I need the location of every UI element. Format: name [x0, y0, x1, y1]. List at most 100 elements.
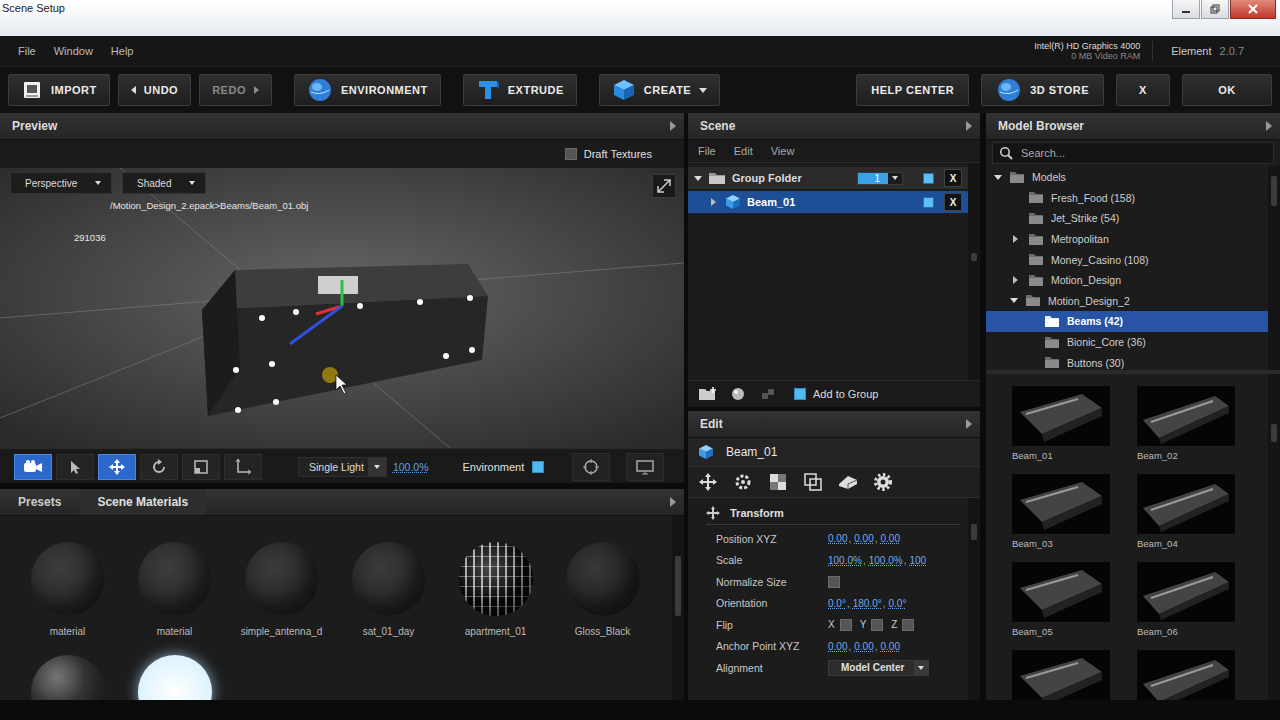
scrollbar[interactable] [672, 516, 684, 700]
shading-dropdown[interactable]: Shaded [122, 172, 206, 194]
restore-button[interactable] [1201, 0, 1229, 19]
model-thumbnail[interactable]: Beam_04 [1137, 474, 1235, 552]
number-field[interactable]: 0.0° [889, 598, 907, 609]
toolbar-button[interactable]: OK [1182, 74, 1272, 106]
remove-button[interactable]: X [944, 169, 962, 187]
tab[interactable]: Presets [0, 489, 79, 515]
viewport[interactable]: PerspectiveShaded/Motion_Design_2.epack>… [0, 168, 684, 448]
viewport-tool-button[interactable] [224, 454, 262, 480]
view-mode-dropdown[interactable]: Perspective [10, 172, 112, 194]
number-field[interactable]: 180.0° [853, 598, 882, 609]
instances-button[interactable] [756, 384, 780, 404]
number-field[interactable]: 0.0° [828, 598, 846, 609]
tree-row[interactable]: Models [986, 167, 1268, 188]
scrollbar[interactable] [1268, 166, 1280, 370]
toolbar-button[interactable]: ENVIRONMENT [294, 74, 441, 106]
number-field[interactable]: 0.00 [881, 533, 900, 544]
tree-row[interactable]: Beams (42) [986, 311, 1268, 332]
tree-row[interactable]: Fresh_Food (158) [986, 188, 1268, 209]
close-button[interactable] [1230, 0, 1276, 19]
scene-row[interactable]: Beam_01X [688, 191, 968, 213]
number-field[interactable]: 0.00 [881, 641, 900, 652]
toolbar-button[interactable]: IMPORT [8, 74, 110, 106]
collapse-arrow-icon[interactable] [670, 121, 676, 131]
number-field[interactable]: 100 [909, 555, 926, 566]
model-thumbnail[interactable]: Beam_06 [1137, 562, 1235, 640]
collapse-arrow-icon[interactable] [966, 121, 972, 131]
draft-textures-checkbox[interactable]: Draft Textures [565, 148, 652, 160]
scrollbar-thumb[interactable] [1271, 176, 1277, 206]
add-sphere-button[interactable] [726, 384, 750, 404]
model-thumbnail[interactable]: Beam_05 [1012, 562, 1110, 640]
viewport-tool-button[interactable] [14, 454, 52, 480]
collapse-arrow-icon[interactable] [966, 419, 972, 429]
tree-row[interactable]: Motion_Design [986, 270, 1268, 291]
scrollbar-thumb[interactable] [971, 253, 977, 261]
checkbox-box[interactable] [871, 619, 883, 631]
menu-item[interactable]: View [771, 145, 795, 157]
viewport-tool-button[interactable] [182, 454, 220, 480]
material-item[interactable]: material [14, 542, 121, 637]
checkbox-box[interactable] [565, 148, 577, 160]
number-field[interactable]: 100.0% [869, 555, 903, 566]
group-count-field[interactable]: 1 [857, 172, 903, 185]
scrollbar-thumb[interactable] [971, 524, 977, 540]
tree-row[interactable]: Buttons (30) [986, 352, 1268, 370]
tab[interactable]: Scene Materials [79, 489, 206, 515]
tree-row[interactable]: Jet_Strike (54) [986, 208, 1268, 229]
add-to-group-checkbox[interactable]: Add to Group [794, 388, 878, 400]
dropdown-button[interactable] [368, 458, 386, 476]
alignment-dropdown[interactable]: Model Center [828, 660, 929, 676]
checkbox-box[interactable] [794, 388, 806, 400]
toolbar-button[interactable]: REDO [199, 74, 272, 106]
toolbar-button[interactable]: 3D STORE [981, 74, 1104, 106]
material-item[interactable] [121, 655, 228, 700]
expand-arrow-icon[interactable] [1013, 235, 1018, 243]
screen-button[interactable] [626, 453, 664, 481]
deform-tab[interactable] [729, 469, 757, 495]
scene-row[interactable]: Group Folder1X [688, 167, 968, 189]
menu-item[interactable]: Help [111, 45, 134, 57]
number-field[interactable]: 0.00 [854, 533, 873, 544]
toolbar-button[interactable]: EXTRUDE [463, 74, 577, 106]
minimize-button[interactable] [1172, 0, 1200, 19]
checkbox-box[interactable] [902, 619, 914, 631]
visibility-checkbox[interactable] [923, 173, 934, 184]
checkbox-box[interactable] [532, 461, 544, 473]
toolbar-button[interactable]: CREATE [599, 74, 720, 106]
expand-arrow-icon[interactable] [1013, 276, 1018, 284]
remove-button[interactable]: X [944, 193, 962, 211]
scrollbar-thumb[interactable] [1271, 424, 1277, 442]
menu-item[interactable]: File [698, 145, 716, 157]
collapse-arrow-icon[interactable] [1266, 121, 1272, 131]
material-item[interactable] [14, 655, 121, 700]
material-item[interactable]: sat_01_day [335, 542, 442, 637]
material-item[interactable]: Gloss_Black [549, 542, 656, 637]
number-field[interactable]: 0.00 [828, 533, 847, 544]
settings-tab[interactable] [869, 469, 897, 495]
expand-arrow-icon[interactable] [1010, 298, 1018, 303]
new-folder-button[interactable] [696, 384, 720, 404]
toolbar-button[interactable]: UNDO [118, 74, 191, 106]
expand-arrow-icon[interactable] [694, 176, 702, 181]
viewport-tool-button[interactable] [56, 454, 94, 480]
number-field[interactable]: 100.0% [828, 555, 862, 566]
checkbox-box[interactable] [840, 619, 852, 631]
transform-tab[interactable] [694, 469, 722, 495]
material-item[interactable]: apartment_01 [442, 542, 549, 637]
tree-row[interactable]: Metropolitan [986, 229, 1268, 250]
expand-arrow-icon[interactable] [711, 198, 716, 206]
toolbar-button[interactable]: X [1116, 74, 1170, 106]
flip-flag[interactable]: Y [860, 619, 884, 631]
menu-item[interactable]: File [18, 45, 36, 57]
scrollbar[interactable] [968, 498, 980, 700]
model-thumbnail[interactable] [1137, 650, 1235, 700]
bevel-tab[interactable] [834, 469, 862, 495]
material-tab[interactable] [764, 469, 792, 495]
light-intensity-value[interactable]: 100.0% [393, 461, 429, 473]
flip-flag[interactable]: X [828, 619, 852, 631]
tree-row[interactable]: Motion_Design_2 [986, 291, 1268, 312]
model-thumbnail[interactable]: Beam_01 [1012, 386, 1110, 464]
model-thumbnail[interactable] [1012, 650, 1110, 700]
menu-item[interactable]: Window [54, 45, 93, 57]
